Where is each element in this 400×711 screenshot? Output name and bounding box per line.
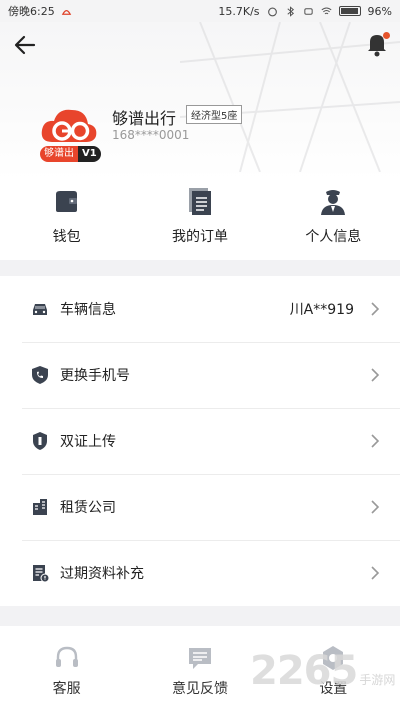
menu-item-label: 租赁公司 — [60, 500, 116, 516]
unread-dot — [383, 32, 390, 39]
menu-item-vehicle-info[interactable]: 车辆信息 川A**919 — [0, 276, 400, 342]
menu-item-id-upload[interactable]: 双证上传 — [0, 408, 400, 474]
car-type-tag: 经济型5座 — [186, 105, 243, 124]
status-bar: 傍晚6:25 15.7K/s 96% — [0, 0, 400, 22]
tab-label: 客服 — [52, 681, 81, 697]
document-alert-icon — [33, 565, 50, 583]
chevron-right-icon — [371, 566, 380, 580]
chevron-right-icon — [371, 368, 380, 382]
wallet-button[interactable]: 钱包 — [0, 180, 133, 260]
menu-item-rental-company[interactable]: 租赁公司 — [0, 474, 400, 540]
notification-icon — [61, 9, 71, 15]
headset-icon — [55, 646, 78, 667]
menu-item-label: 更换手机号 — [60, 368, 130, 384]
customer-service-button[interactable]: 客服 — [0, 626, 133, 711]
menu-item-label: 过期资料补充 — [60, 566, 144, 582]
mute-icon — [303, 7, 313, 15]
profile-button[interactable]: 个人信息 — [267, 180, 400, 260]
notification-bell[interactable] — [364, 30, 390, 58]
profile-label: 个人信息 — [305, 229, 362, 245]
site-watermark: 2265 手游网 — [250, 648, 395, 694]
menu-list: 车辆信息 川A**919 更换手机号 双证上传 租赁公司 过期资料补充 — [0, 276, 400, 606]
feedback-button[interactable]: 意见反馈 — [133, 626, 266, 711]
chevron-right-icon — [371, 302, 380, 316]
driver-phone: 168****0001 — [112, 128, 190, 142]
chevron-right-icon — [371, 434, 380, 448]
building-icon — [33, 499, 47, 515]
driver-name: 够谱出行 — [112, 109, 177, 128]
watermark-number: 2265 — [250, 648, 358, 694]
wallet-icon — [55, 191, 77, 212]
plate-number: 川A**919 — [289, 302, 354, 318]
profile-icon — [321, 190, 346, 215]
menu-item-label: 车辆信息 — [60, 302, 116, 318]
tab-label: 意见反馈 — [171, 681, 228, 697]
orders-button[interactable]: 我的订单 — [133, 180, 266, 260]
alarm-icon — [267, 7, 277, 16]
back-icon[interactable] — [10, 32, 40, 58]
menu-item-label: 双证上传 — [60, 434, 116, 450]
orders-icon — [188, 188, 211, 215]
wifi-icon — [321, 6, 332, 14]
battery-icon — [338, 6, 361, 16]
watermark-text: 手游网 — [359, 673, 396, 687]
status-time: 傍晚6:25 — [8, 5, 55, 18]
phone-shield-icon — [32, 366, 48, 384]
quick-actions: 钱包 我的订单 个人信息 — [0, 180, 400, 260]
member-badge: 够谱出 V1 — [40, 146, 101, 162]
menu-item-change-phone[interactable]: 更换手机号 — [0, 342, 400, 408]
car-icon — [33, 304, 47, 315]
network-speed: 15.7K/s — [218, 4, 260, 18]
badge-level: V1 — [78, 146, 101, 162]
bluetooth-icon — [286, 5, 294, 17]
chevron-right-icon — [371, 500, 380, 514]
menu-item-expired-documents[interactable]: 过期资料补充 — [0, 540, 400, 606]
badge-shield-icon — [33, 432, 47, 450]
feedback-icon — [188, 648, 211, 669]
badge-text: 够谱出 — [40, 146, 78, 162]
profile-header: 够谱出 V1 够谱出行 经济型5座 168****0001 — [0, 22, 400, 180]
battery-level: 96% — [367, 4, 392, 18]
orders-label: 我的订单 — [171, 229, 228, 245]
wallet-label: 钱包 — [52, 229, 81, 245]
